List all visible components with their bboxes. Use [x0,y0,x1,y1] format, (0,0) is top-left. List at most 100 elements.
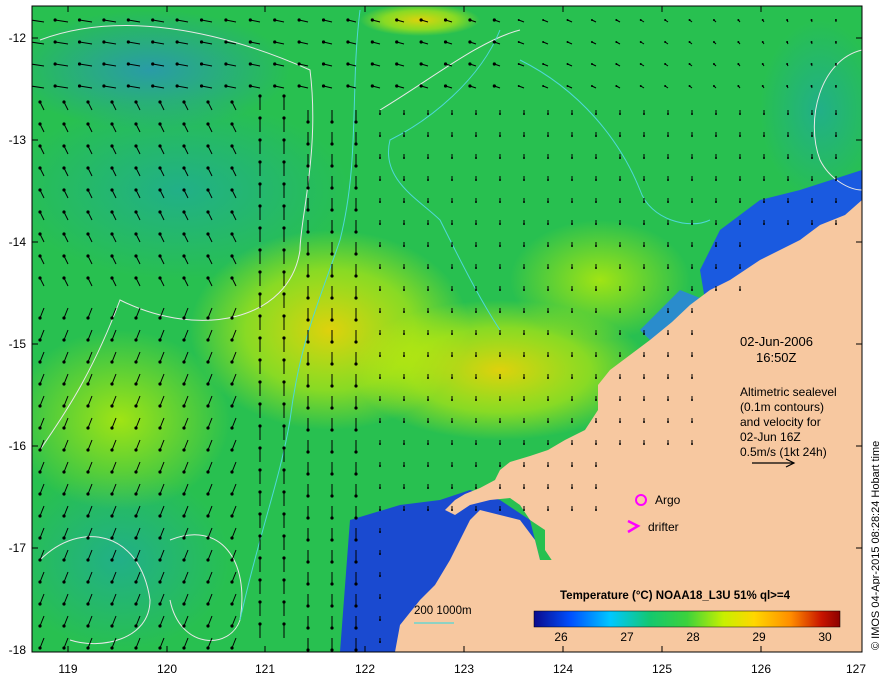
velocity-arrow-head [38,492,42,496]
velocity-arrow-head [86,580,90,584]
lon-label: 124 [552,662,574,676]
velocity-arrow-head [354,230,358,234]
velocity-arrow-head [566,85,569,87]
velocity-arrow-head [86,360,90,364]
velocity-arrow-head [134,404,138,408]
velocity-arrow-head [258,402,262,406]
velocity-arrow-head [206,338,210,342]
velocity-arrow-head [475,421,477,423]
velocity-arrow-head [134,624,138,628]
velocity-arrow-head [811,157,813,159]
velocity-arrow-head [379,399,381,401]
velocity-arrow-head [134,580,138,584]
colorbar-title: Temperature (°C) NOAA18_L3U 51% ql>=4 [560,590,790,602]
velocity-arrow-head [110,188,114,192]
velocity-arrow-head [62,254,66,258]
velocity-arrow-head [158,166,162,170]
velocity-arrow-head [786,19,789,21]
velocity-arrow-head [547,509,549,511]
velocity-arrow-head [330,560,334,564]
velocity-arrow-head [110,254,114,258]
velocity-arrow-head [282,622,286,626]
velocity-arrow-head [667,355,669,357]
velocity-arrow-head [230,188,234,192]
velocity-arrow-head [134,254,138,258]
velocity-arrow-head [739,135,741,137]
velocity-arrow-head [330,164,334,168]
velocity-arrow-head [273,84,277,88]
velocity-arrow-head [151,40,155,44]
velocity-arrow-head [443,84,448,88]
velocity-arrow-head [787,201,789,203]
velocity-arrow-head [86,188,90,192]
velocity-arrow-head [248,40,252,44]
velocity-arrow-head [595,465,597,467]
velocity-arrow-head [499,157,501,159]
velocity-arrow-head [306,450,310,454]
velocity-arrow-head [182,602,186,606]
velocity-arrow-head [667,223,669,225]
velocity-arrow-head [86,492,90,496]
velocity-arrow-head [590,63,593,65]
velocity-arrow-head [206,646,210,650]
velocity-arrow-head [595,157,597,159]
velocity-arrow-head [38,448,42,452]
sst-cool-patch [32,10,290,130]
velocity-arrow-head [523,223,525,225]
velocity-arrow-head [547,113,549,115]
velocity-arrow-head [643,157,645,159]
velocity-arrow-head [206,100,210,104]
velocity-arrow-head [230,254,234,258]
velocity-arrow-head [542,19,545,21]
velocity-arrow-head [427,245,429,247]
velocity-arrow-head [667,399,669,401]
velocity-arrow-head [595,311,597,313]
velocity-arrow-head [443,40,448,44]
velocity-arrow-head [379,443,381,445]
velocity-arrow-head [542,63,545,65]
velocity-arrow-head [38,100,42,104]
velocity-arrow-head [619,157,621,159]
altimetry-note-line: Altimetric sealevel [740,385,837,399]
velocity-arrow-head [451,377,453,379]
velocity-arrow-head [379,377,381,379]
lat-label: -17 [8,541,26,555]
velocity-arrow-head [595,487,597,489]
velocity-arrow-head [38,210,42,214]
velocity-arrow-head [110,210,114,214]
velocity-arrow-head [282,600,286,604]
velocity-arrow-head [379,135,381,137]
velocity-arrow-head [206,144,210,148]
velocity-arrow-head [86,254,90,258]
velocity-arrow-head [38,232,42,236]
velocity-arrow-head [230,122,234,126]
velocity-arrow-head [451,267,453,269]
velocity-arrow-head [158,580,162,584]
velocity-arrow-head [835,135,837,137]
velocity-arrow-head [86,122,90,126]
velocity-arrow-head [62,188,66,192]
velocity-arrow-head [379,179,381,181]
velocity-arrow-head [230,316,234,320]
velocity-arrow-head [761,63,764,65]
velocity-arrow-head [787,223,789,225]
velocity-arrow-head [182,338,186,342]
velocity-arrow-head [282,402,286,406]
velocity-arrow-head [547,443,549,445]
velocity-arrow-head [258,490,262,494]
velocity-arrow-head [403,245,405,247]
velocity-arrow-head [62,470,66,474]
velocity-arrow-head [542,85,545,87]
velocity-arrow-head [475,289,477,291]
velocity-arrow-head [282,556,286,560]
velocity-arrow-head [667,333,669,335]
velocity-arrow-head [330,604,334,608]
velocity-arrow-head [517,63,520,65]
velocity-arrow-head [134,514,138,518]
velocity-arrow-head [619,421,621,423]
velocity-arrow-head [38,536,42,540]
velocity-arrow-head [451,245,453,247]
velocity-arrow-head [38,254,42,258]
velocity-arrow-head [712,63,715,65]
velocity-arrow-head [571,377,573,379]
